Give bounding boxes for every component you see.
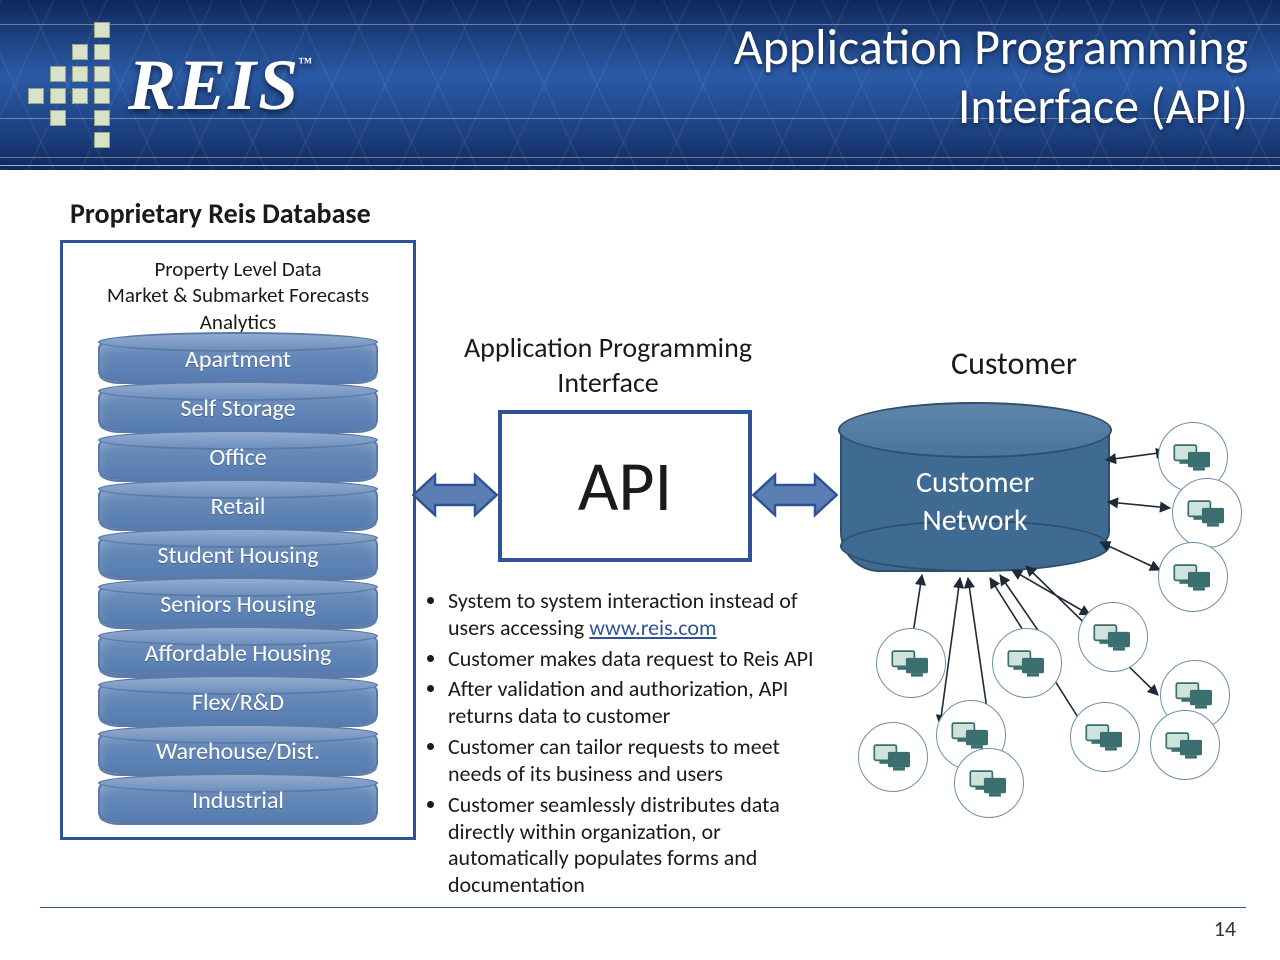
property-cylinder: Retail bbox=[98, 485, 378, 529]
logo-mark-icon bbox=[28, 22, 110, 148]
database-subtitle: Property Level DataMarket & Submarket Fo… bbox=[60, 256, 416, 335]
property-type-stack: Apartment Self Storage Office Retail Student… bbox=[98, 338, 378, 828]
bullet-item: Customer makes data request to Reis API bbox=[448, 646, 820, 673]
property-cylinder: Flex/R&D bbox=[98, 681, 378, 725]
property-cylinder: Industrial bbox=[98, 779, 378, 823]
property-cylinder-label: Affordable Housing bbox=[100, 634, 376, 674]
workstation-node-icon bbox=[954, 748, 1024, 818]
workstation-node-icon bbox=[1070, 702, 1140, 772]
property-cylinder-label: Retail bbox=[100, 487, 376, 527]
double-arrow-right-icon bbox=[752, 470, 838, 520]
double-arrow-left-icon bbox=[412, 470, 498, 520]
page-number: 14 bbox=[1214, 915, 1236, 942]
database-title: Proprietary Reis Database bbox=[70, 200, 371, 228]
customer-network-cylinder: CustomerNetwork bbox=[840, 402, 1110, 572]
workstation-node-icon bbox=[876, 628, 946, 698]
slide-title: Application ProgrammingInterface (API) bbox=[734, 18, 1248, 136]
customer-title: Customer bbox=[884, 348, 1144, 380]
property-cylinder-label: Apartment bbox=[100, 340, 376, 380]
property-cylinder: Student Housing bbox=[98, 534, 378, 578]
property-cylinder: Office bbox=[98, 436, 378, 480]
api-box: API bbox=[498, 410, 752, 562]
footer-rule bbox=[40, 907, 1246, 908]
api-bullets: System to system interaction instead of … bbox=[420, 588, 820, 903]
property-cylinder: Affordable Housing bbox=[98, 632, 378, 676]
logo-text: REIS™ bbox=[128, 49, 316, 121]
bullet-item: Customer seamlessly distributes data dir… bbox=[448, 792, 820, 899]
property-cylinder-label: Flex/R&D bbox=[100, 683, 376, 723]
property-cylinder-label: Industrial bbox=[100, 781, 376, 821]
property-cylinder-label: Seniors Housing bbox=[100, 585, 376, 625]
property-cylinder-label: Warehouse/Dist. bbox=[100, 732, 376, 772]
workstation-node-icon bbox=[1158, 542, 1228, 612]
workstation-node-icon bbox=[1078, 602, 1148, 672]
workstation-node-icon bbox=[1172, 478, 1242, 548]
workstation-node-icon bbox=[858, 722, 928, 792]
property-cylinder: Warehouse/Dist. bbox=[98, 730, 378, 774]
bullet-item: After validation and authorization, API … bbox=[448, 676, 820, 730]
property-cylinder-label: Office bbox=[100, 438, 376, 478]
bullet-item: System to system interaction instead of … bbox=[448, 588, 820, 642]
property-cylinder: Apartment bbox=[98, 338, 378, 382]
property-cylinder-label: Self Storage bbox=[100, 389, 376, 429]
workstation-node-icon bbox=[992, 628, 1062, 698]
reis-logo: REIS™ bbox=[28, 22, 316, 148]
workstation-node-icon bbox=[1150, 710, 1220, 780]
bullet-item: Customer can tailor requests to meet nee… bbox=[448, 734, 820, 788]
header-banner: REIS™ Application ProgrammingInterface (… bbox=[0, 0, 1280, 170]
property-cylinder-label: Student Housing bbox=[100, 536, 376, 576]
reis-link[interactable]: www.reis.com bbox=[589, 614, 716, 641]
property-cylinder: Seniors Housing bbox=[98, 583, 378, 627]
property-cylinder: Self Storage bbox=[98, 387, 378, 431]
api-title: Application Programming Interface bbox=[418, 330, 798, 400]
